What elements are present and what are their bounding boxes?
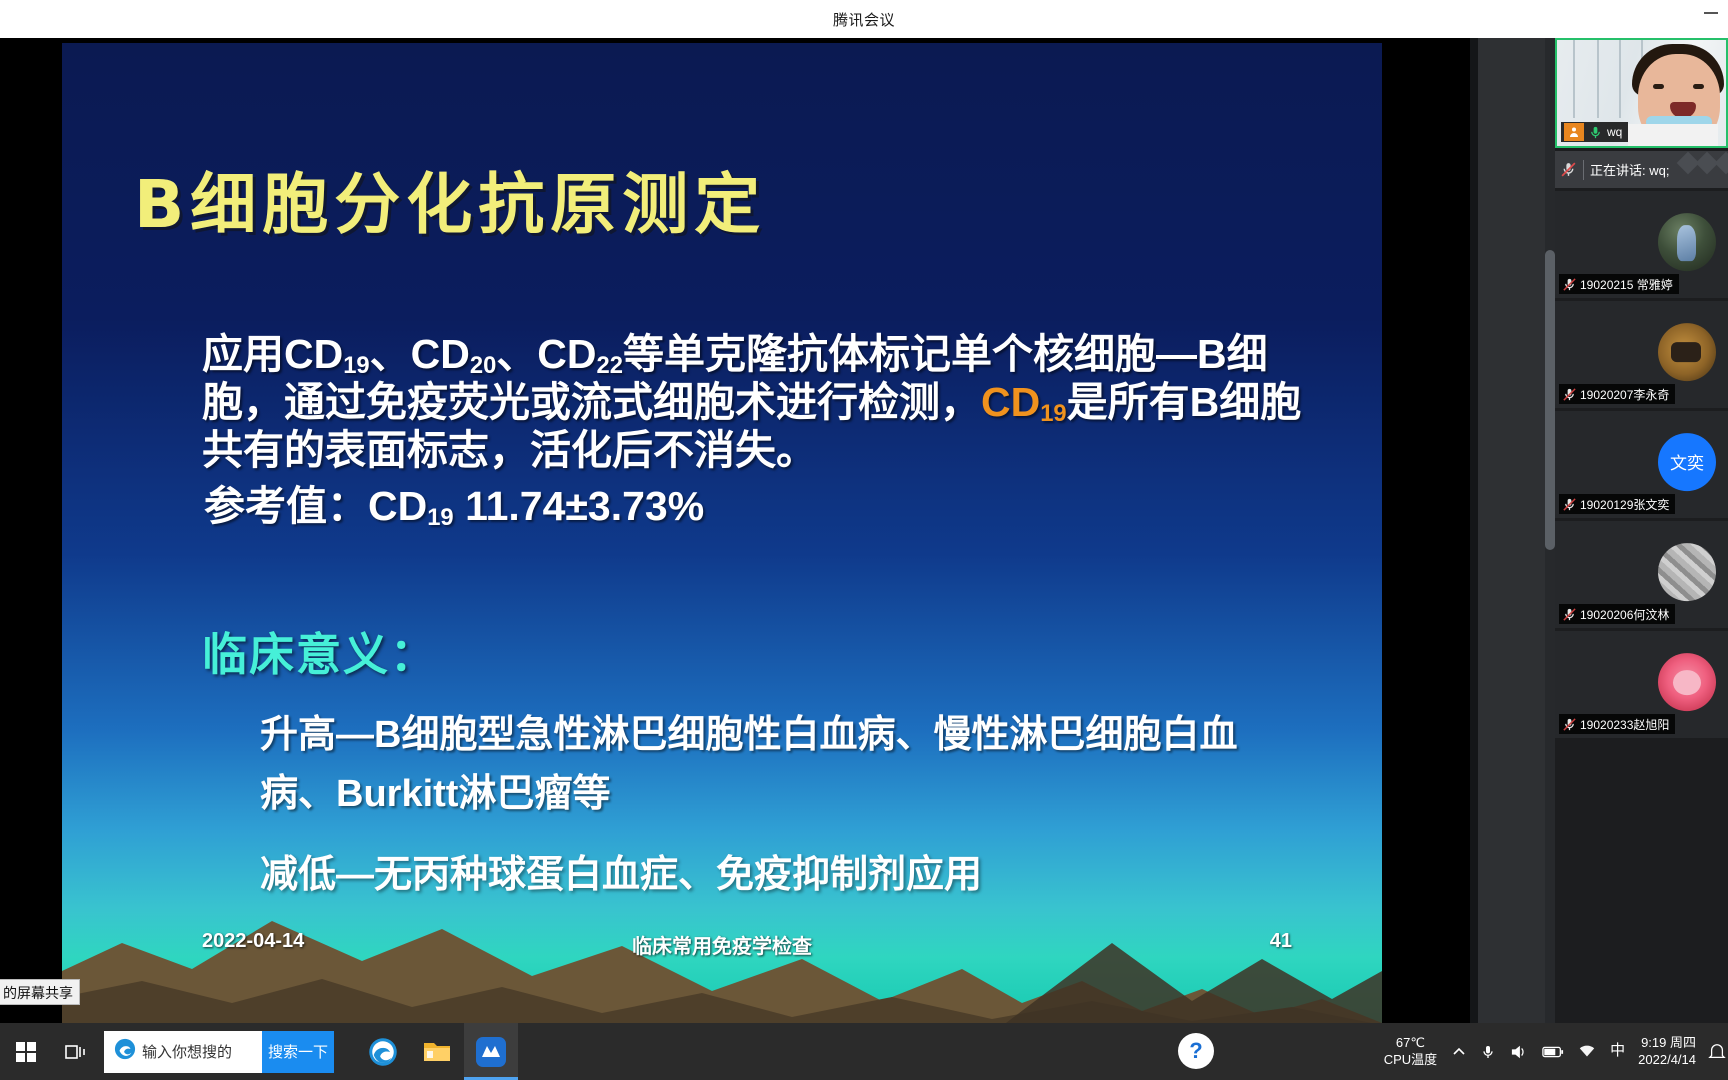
mic-muted-icon: [1562, 387, 1577, 402]
search-input[interactable]: 输入你想搜的 搜索一下: [104, 1030, 334, 1073]
question-mark-icon[interactable]: ?: [1178, 1033, 1214, 1069]
notification-icon[interactable]: [1708, 1034, 1728, 1070]
presentation-slide: B细胞分化抗原测定 应用CD19、CD20、CD22等单克隆抗体标记单个核细胞—…: [62, 43, 1382, 1026]
clock-time: 9:19 周四: [1641, 1034, 1696, 1050]
minimize-icon[interactable]: [1700, 12, 1722, 26]
participant-namebar: 19020215 常雅婷: [1559, 274, 1679, 294]
participant-namebar: 19020233赵旭阳: [1559, 714, 1676, 734]
system-tray: 67℃ CPU温度 中 9:19 周四 2022/4/14: [1376, 1023, 1728, 1080]
participant-name: 19020129张文奕: [1580, 497, 1670, 512]
participant-tile-active[interactable]: wq: [1555, 38, 1728, 148]
participant-tile[interactable]: 文奕 19020129张文奕: [1555, 411, 1728, 518]
highlight-cd: CD: [981, 378, 1041, 425]
cpu-temperature-label: CPU温度: [1383, 1051, 1438, 1067]
volume-icon[interactable]: [1503, 1044, 1535, 1060]
battery-icon[interactable]: [1535, 1045, 1571, 1059]
slide-title: B细胞分化抗原测定: [134, 166, 767, 243]
slide-footer-page: 41: [1269, 930, 1292, 952]
clock[interactable]: 9:19 周四 2022/4/14: [1632, 1035, 1706, 1069]
slide-footer: 2022-04-14 临床常用免疫学检查 41: [62, 930, 1382, 964]
search-button[interactable]: 搜索一下: [262, 1030, 334, 1073]
mic-muted-icon: [1555, 161, 1581, 178]
participant-tile[interactable]: 19020206何汶林: [1555, 521, 1728, 628]
separator-2: 、CD: [496, 331, 597, 377]
cpu-temperature: 67℃ CPU温度: [1376, 1035, 1445, 1068]
participant-name: 19020233赵旭阳: [1580, 717, 1670, 732]
screen-share-label: 的屏幕共享: [0, 979, 80, 1005]
edge-browser-taskbar-icon[interactable]: [356, 1023, 410, 1080]
participant-name: 19020215 常雅婷: [1580, 277, 1673, 292]
participant-tile[interactable]: 19020233赵旭阳: [1555, 631, 1728, 738]
edge-icon: [114, 1038, 136, 1065]
participant-name: 19020207李永奇: [1580, 387, 1670, 402]
bullet-increase: 升高—B细胞型急性淋巴细胞性白血病、慢性淋巴细胞白血病、Burkitt淋巴瘤等: [222, 706, 1312, 824]
rail-gap: [1470, 38, 1552, 1023]
avatar: 文奕: [1658, 432, 1716, 491]
window-titlebar: 腾讯会议: [0, 0, 1728, 38]
chevron-up-icon[interactable]: [1445, 1046, 1473, 1058]
participant-name: wq: [1607, 125, 1623, 139]
cd22-sub: 22: [596, 352, 623, 380]
speaking-status-bar: 正在讲话: wq;: [1555, 151, 1728, 188]
shoulders-shape: [1628, 124, 1718, 146]
slide-paragraph: 应用CD19、CD20、CD22等单克隆抗体标记单个核细胞—B细胞，通过免疫荧光…: [202, 331, 1312, 475]
rail-gap-edge: [1470, 38, 1478, 1023]
participant-namebar: 19020207李永奇: [1559, 384, 1676, 404]
mic-icon[interactable]: [1473, 1043, 1503, 1061]
desktop-root: 腾讯会议 B细胞分化抗原测定 应用CD19、CD20、CD22等单克隆抗体标记单…: [0, 0, 1728, 1080]
slide-footer-title: 临床常用免疫学检查: [632, 936, 812, 958]
participant-namebar: wq: [1561, 122, 1629, 142]
mic-on-icon: [1588, 125, 1603, 140]
avatar: [1658, 322, 1716, 381]
participant-name: 19020206何汶林: [1580, 607, 1670, 622]
cd20-sub: 20: [469, 352, 497, 380]
mic-muted-icon: [1562, 717, 1577, 732]
avatar: [1658, 652, 1716, 711]
shared-screen-stage: B细胞分化抗原测定 应用CD19、CD20、CD22等单克隆抗体标记单个核细胞—…: [0, 38, 1470, 1026]
ime-indicator[interactable]: 中: [1603, 1042, 1632, 1061]
windows-start-icon[interactable]: [0, 1023, 52, 1080]
reference-label: 参考值：: [204, 482, 368, 529]
file-explorer-taskbar-icon[interactable]: [410, 1023, 464, 1080]
reference-cd: CD: [368, 482, 428, 529]
reference-value: 11.74±3.73%: [465, 482, 705, 529]
cd19-sub: 19: [343, 352, 370, 380]
window-title: 腾讯会议: [832, 11, 895, 29]
task-view-icon[interactable]: [52, 1023, 100, 1080]
participant-namebar: 19020206何汶林: [1559, 604, 1676, 624]
avatar: [1658, 542, 1716, 601]
participant-tile[interactable]: 19020215 常雅婷: [1555, 191, 1728, 298]
avatar-initials: 文奕: [1670, 454, 1704, 474]
speaking-status-text: 正在讲话: wq;: [1590, 163, 1670, 178]
search-placeholder: 输入你想搜的: [142, 1044, 233, 1061]
clock-date: 2022/4/14: [1638, 1051, 1696, 1067]
participant-tile[interactable]: 19020207李永奇: [1555, 301, 1728, 408]
bullet-increase-text: 升高—B细胞型急性淋巴细胞性白血病、慢性淋巴细胞白血病、Burkitt淋巴瘤等: [260, 714, 1238, 815]
cpu-temperature-value: 67℃: [1395, 1035, 1425, 1051]
paragraph-prefix: 应用CD: [202, 331, 344, 377]
avatar: [1658, 212, 1716, 271]
user-orange-icon: [1564, 123, 1584, 141]
mic-muted-icon: [1562, 277, 1577, 292]
participant-namebar: 19020129张文奕: [1559, 494, 1676, 514]
clinical-significance-heading: 临床意义：: [202, 629, 438, 680]
windows-taskbar: 输入你想搜的 搜索一下 ? 67℃ CPU温度 中 9:19 周四 2022/4…: [0, 1023, 1728, 1080]
separator-1: 、CD: [369, 331, 470, 377]
decoration-icon: [1676, 151, 1728, 175]
participant-rail[interactable]: wq 正在讲话: wq; 19020215 常雅婷 19020207李永奇 文奕…: [1555, 38, 1728, 1023]
mic-muted-icon: [1562, 497, 1577, 512]
highlight-cd-sub: 19: [1040, 400, 1067, 428]
tencent-meeting-taskbar-icon[interactable]: [464, 1023, 518, 1080]
slide-body: 应用CD19、CD20、CD22等单克隆抗体标记单个核细胞—B细胞，通过免疫荧光…: [202, 331, 1312, 531]
network-icon[interactable]: [1571, 1044, 1603, 1060]
reference-line: 参考值：CD19 11.74±3.73%: [204, 482, 1312, 531]
participant-scrollbar-thumb[interactable]: [1545, 250, 1555, 550]
mic-muted-icon: [1562, 607, 1577, 622]
reference-cd-sub: 19: [427, 504, 454, 532]
